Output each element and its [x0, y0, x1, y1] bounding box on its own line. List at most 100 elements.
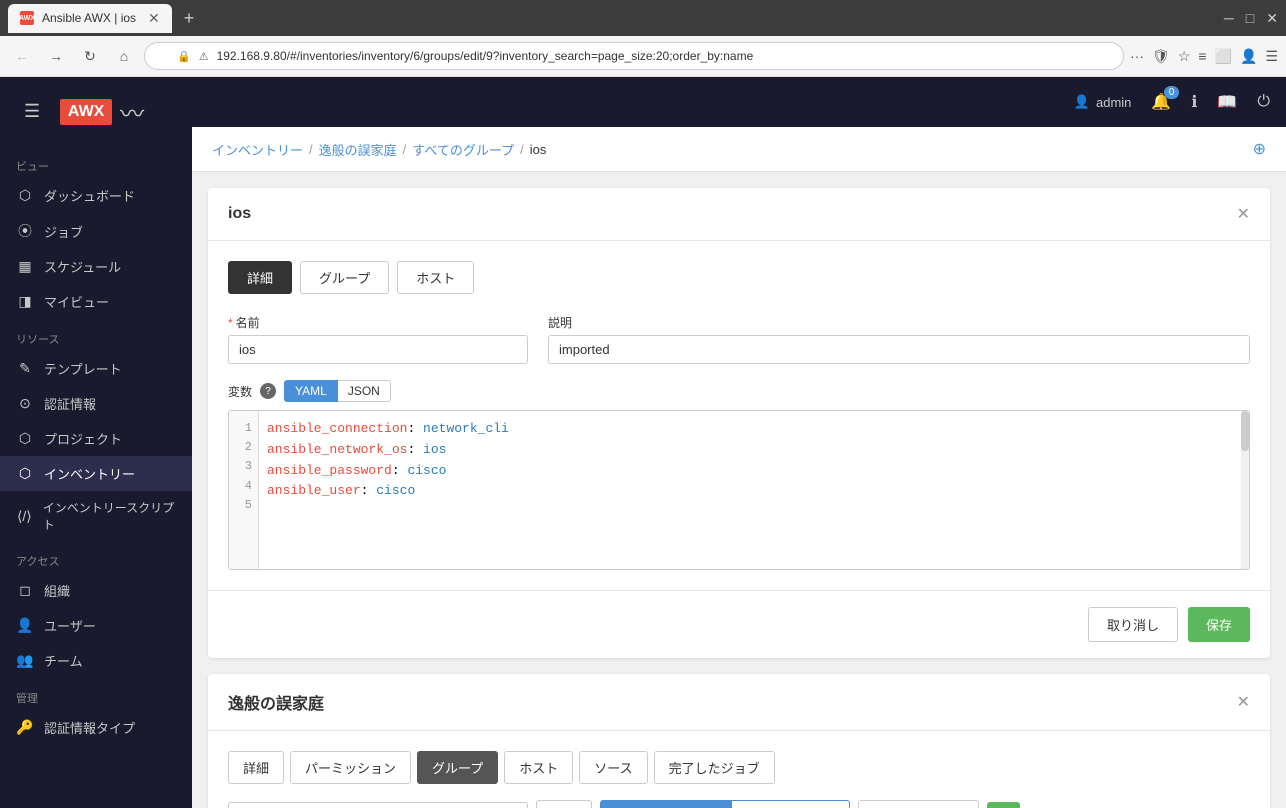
second-card: 逸般の誤家庭 ✕ 詳細 パーミッション グループ ホスト ソース 完了したジョブ — [208, 674, 1270, 808]
form-row-name-desc: *名前 説明 — [228, 314, 1250, 364]
profile-icon[interactable]: 👤 — [1240, 48, 1257, 65]
tab2-source[interactable]: ソース — [579, 751, 647, 784]
sidebar-item-organizations[interactable]: ◻ 組織 — [0, 573, 192, 608]
activity-stream-icon[interactable]: ⊕ — [1253, 139, 1266, 159]
minimize-button[interactable]: ─ — [1224, 10, 1234, 26]
teams-icon: 👥 — [16, 652, 34, 669]
add-button[interactable]: + — [987, 802, 1020, 808]
help-icon[interactable]: ? — [260, 383, 276, 399]
notifications-button[interactable]: 🔔 0 — [1151, 92, 1171, 112]
users-icon: 👤 — [16, 617, 34, 634]
sidebar-item-jobs[interactable]: ⦿ ジョブ — [0, 213, 192, 249]
header-icons: 👤 admin 🔔 0 ℹ 📖 ⏻ — [1074, 92, 1270, 112]
required-marker: * — [228, 316, 233, 330]
breadcrumb-bar: インベントリー / 逸般の誤家庭 / すべてのグループ / ios ⊕ — [192, 127, 1286, 172]
sidebar-item-inventory[interactable]: ⬡ インベントリー — [0, 456, 192, 491]
reload-button[interactable]: ↻ — [76, 42, 104, 70]
second-card-close-button[interactable]: ✕ — [1237, 692, 1250, 712]
tab-close-button[interactable]: ✕ — [148, 10, 160, 27]
myview-icon: ◨ — [16, 293, 34, 310]
home-button[interactable]: ⌂ — [110, 42, 138, 70]
info-icon: ℹ — [1191, 94, 1197, 111]
search-field: 🔍 — [228, 802, 528, 808]
back-button[interactable]: ← — [8, 42, 36, 70]
key-button[interactable]: キー — [536, 800, 592, 808]
docs-button[interactable]: 📖 — [1217, 92, 1237, 112]
menu-icon[interactable]: ☰ — [1265, 48, 1278, 65]
yaml-toggle-button[interactable]: YAML — [284, 380, 338, 402]
tab2-group[interactable]: グループ — [417, 751, 498, 784]
ios-card-title: ios — [228, 205, 251, 223]
code-editor[interactable]: 1 2 3 4 5 ansible_connection: network_cl… — [228, 410, 1250, 570]
tab2-detail[interactable]: 詳細 — [228, 751, 284, 784]
name-input[interactable] — [228, 335, 528, 364]
sidebar: ☰ AWX 〰 ビュー ⬡ ダッシュボード ⦿ ジョブ ▦ スケジュール ◨ — [0, 77, 192, 808]
search-input[interactable] — [228, 802, 528, 808]
cancel-button[interactable]: 取り消し — [1088, 607, 1178, 642]
tab2-permission[interactable]: パーミッション — [290, 751, 411, 784]
breadcrumb-groups[interactable]: すべてのグループ — [412, 140, 514, 159]
ios-tab-group: 詳細 グループ ホスト — [228, 261, 1250, 294]
sidebar-item-myview[interactable]: ◨ マイビュー — [0, 284, 192, 319]
tab-group[interactable]: グループ — [300, 261, 389, 294]
logo-wing: 〰 — [120, 94, 144, 129]
reading-list-icon[interactable]: ≡ — [1198, 48, 1206, 64]
address-bar[interactable]: 🔒 ⚠ 192.168.9.80/#/inventories/inventory… — [144, 42, 1124, 70]
tab2-host[interactable]: ホスト — [504, 751, 573, 784]
form-actions: 取り消し 保存 — [208, 590, 1270, 658]
hamburger-menu[interactable]: ☰ — [8, 85, 56, 138]
shield-icon[interactable]: 🛡 — [1152, 48, 1170, 65]
sidebar-item-schedules[interactable]: ▦ スケジュール — [0, 249, 192, 284]
browser-toolbar-icons: ··· 🛡 ☆ ≡ ⬜ 👤 ☰ — [1130, 48, 1278, 65]
sidebar-item-teams[interactable]: 👥 チーム — [0, 643, 192, 678]
awx-brand: AWX — [60, 99, 112, 125]
sidebar-item-dashboard[interactable]: ⬡ ダッシュボード — [0, 178, 192, 213]
all-groups-button[interactable]: すべてのグループ — [600, 800, 732, 808]
sidebar-section-admin: 管理 — [0, 678, 192, 710]
tab-host[interactable]: ホスト — [397, 261, 474, 294]
desc-field: 説明 — [548, 314, 1250, 364]
ios-card-close-button[interactable]: ✕ — [1237, 204, 1250, 224]
tab2-completed-jobs[interactable]: 完了したジョブ — [654, 751, 775, 784]
sidebar-item-templates[interactable]: ✎ テンプレート — [0, 351, 192, 386]
close-window-button[interactable]: ✕ — [1266, 10, 1278, 27]
sidebar-item-users[interactable]: 👤 ユーザー — [0, 608, 192, 643]
command-button[interactable]: コマンドの実行 — [858, 800, 979, 808]
awx-logo: AWX — [56, 92, 116, 132]
bookmark-icon[interactable]: ☆ — [1178, 48, 1191, 65]
root-groups-button[interactable]: ROOTグループ — [732, 800, 850, 808]
new-tab-button[interactable]: + — [184, 8, 195, 29]
more-options-icon[interactable]: ··· — [1130, 48, 1144, 64]
maximize-button[interactable]: □ — [1246, 10, 1254, 26]
sidebar-item-credentials[interactable]: ⊙ 認証情報 — [0, 386, 192, 421]
security-icon: 🔒 — [177, 50, 191, 63]
info-button[interactable]: ℹ — [1191, 92, 1197, 112]
logout-button[interactable]: ⏻ — [1257, 93, 1270, 111]
browser-titlebar: AWX Ansible AWX | ios ✕ + ─ □ ✕ — [0, 0, 1286, 36]
save-button[interactable]: 保存 — [1188, 607, 1250, 642]
breadcrumb-inventories[interactable]: インベントリー — [212, 140, 303, 159]
json-toggle-button[interactable]: JSON — [338, 380, 391, 402]
ios-card-header: ios ✕ — [208, 188, 1270, 241]
second-card-title: 逸般の誤家庭 — [228, 690, 324, 714]
second-card-header: 逸般の誤家庭 ✕ — [208, 674, 1270, 731]
variables-label: 変数 — [228, 383, 252, 400]
app-container: ☰ AWX 〰 ビュー ⬡ ダッシュボード ⦿ ジョブ ▦ スケジュール ◨ — [0, 77, 1286, 808]
editor-scrollbar[interactable] — [1241, 411, 1249, 569]
user-menu[interactable]: 👤 admin — [1074, 94, 1132, 110]
split-view-icon[interactable]: ⬜ — [1215, 48, 1232, 65]
scrollbar-thumb — [1241, 411, 1249, 451]
code-content[interactable]: ansible_connection: network_cli ansible_… — [259, 411, 1241, 569]
sidebar-item-inventory-scripts[interactable]: ⟨/⟩ インベントリースクリプト — [0, 491, 192, 541]
second-card-toolbar: 🔍 キー すべてのグループ ROOTグループ コマンドの実行 + — [228, 800, 1250, 808]
sidebar-item-credential-types[interactable]: 🔑 認証情報タイプ — [0, 710, 192, 745]
browser-tab[interactable]: AWX Ansible AWX | ios ✕ — [8, 4, 172, 33]
desc-input[interactable] — [548, 335, 1250, 364]
main-content: 👤 admin 🔔 0 ℹ 📖 ⏻ — [192, 77, 1286, 808]
sidebar-item-projects[interactable]: ⬡ プロジェクト — [0, 421, 192, 456]
forward-button[interactable]: → — [42, 42, 70, 70]
breadcrumb-org[interactable]: 逸般の誤家庭 — [319, 140, 397, 159]
book-icon: 📖 — [1217, 94, 1237, 111]
tab-detail[interactable]: 詳細 — [228, 261, 292, 294]
name-field: *名前 — [228, 314, 528, 364]
